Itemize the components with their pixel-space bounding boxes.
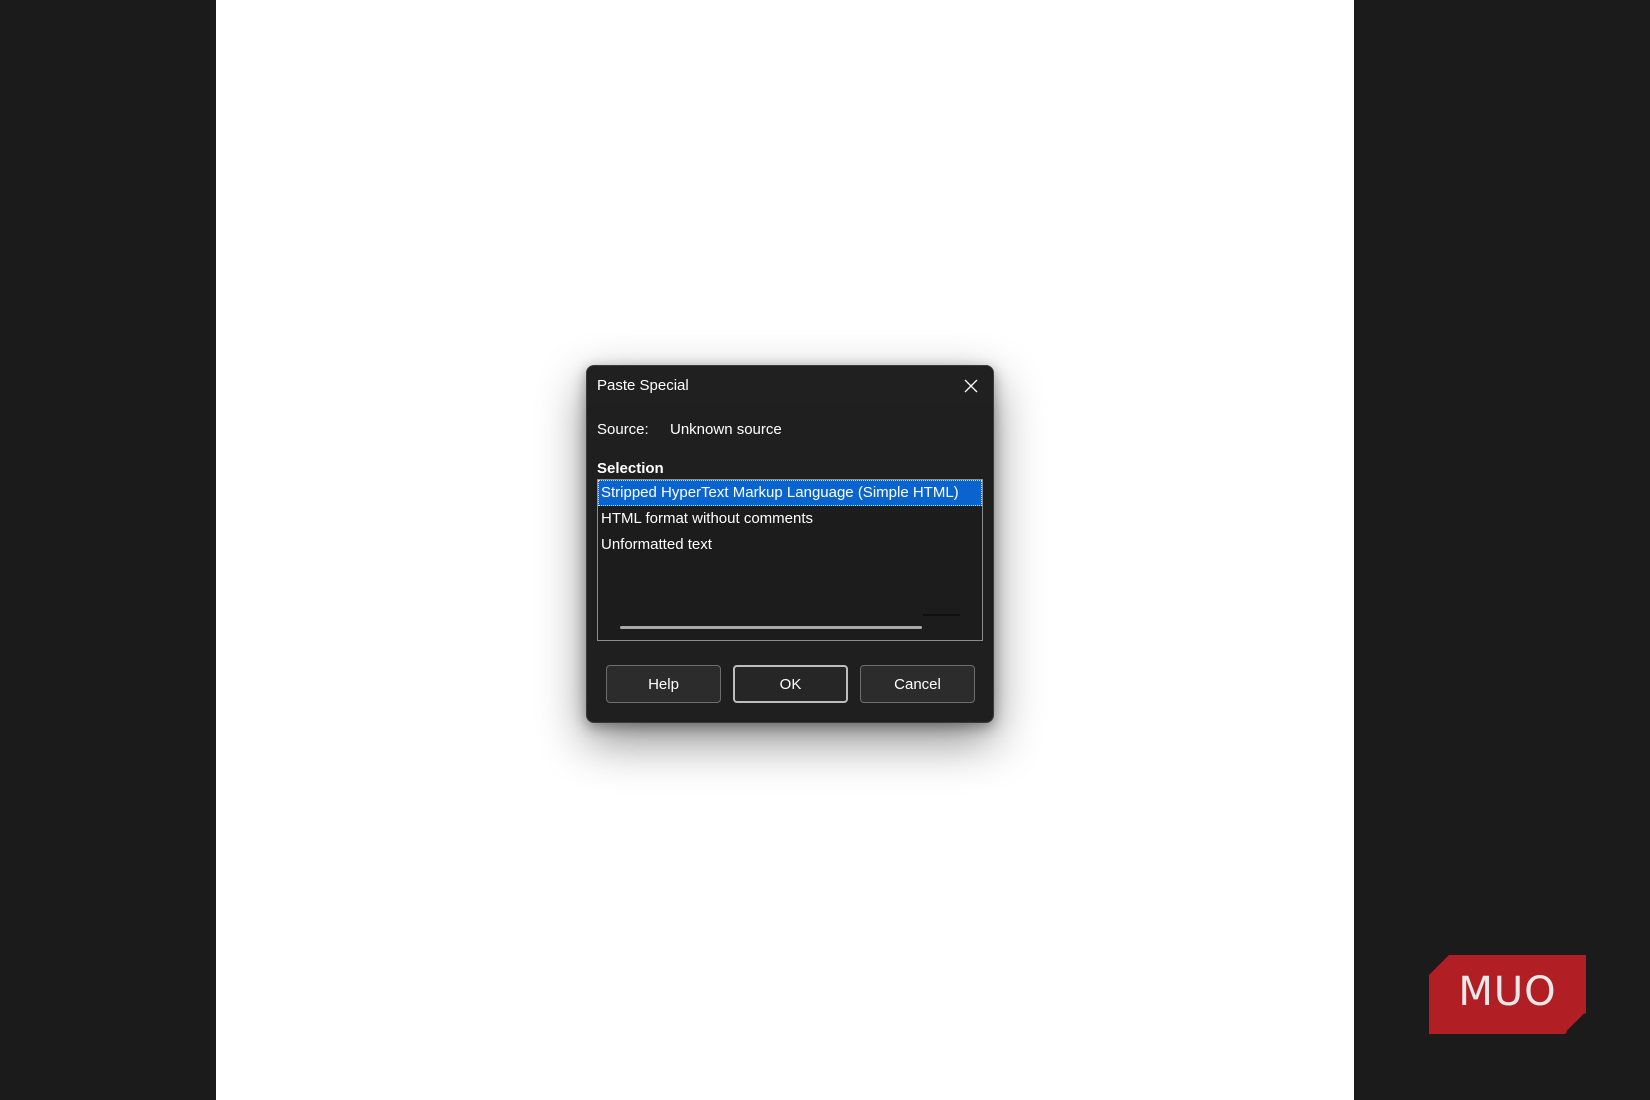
source-value: Unknown source — [670, 421, 782, 438]
logo-text: MUO — [1458, 969, 1557, 1015]
cancel-button[interactable]: Cancel — [860, 665, 975, 703]
selection-heading: Selection — [597, 460, 664, 477]
dialog-title: Paste Special — [597, 377, 689, 394]
source-row: Source: Unknown source — [597, 421, 782, 438]
list-item[interactable]: Unformatted text — [598, 532, 982, 558]
close-button[interactable] — [957, 372, 985, 400]
ok-button[interactable]: OK — [733, 665, 848, 703]
dialog-titlebar: Paste Special — [587, 366, 993, 406]
horizontal-scrollbar[interactable] — [620, 626, 922, 629]
help-button[interactable]: Help — [606, 665, 721, 703]
source-label: Source: — [597, 421, 649, 438]
list-item[interactable]: HTML format without comments — [598, 506, 982, 532]
paste-special-dialog: Paste Special Source: Unknown source Sele… — [586, 365, 994, 723]
muo-logo: MUO — [1429, 955, 1586, 1034]
scrollbar-arrow[interactable] — [923, 614, 960, 616]
close-icon — [964, 379, 978, 393]
selection-listbox[interactable]: Stripped HyperText Markup Language (Simp… — [597, 479, 983, 641]
scrollbar-thumb[interactable] — [620, 626, 922, 629]
screen: Paste Special Source: Unknown source Sele… — [0, 0, 1650, 1100]
list-item[interactable]: Stripped HyperText Markup Language (Simp… — [598, 480, 982, 506]
